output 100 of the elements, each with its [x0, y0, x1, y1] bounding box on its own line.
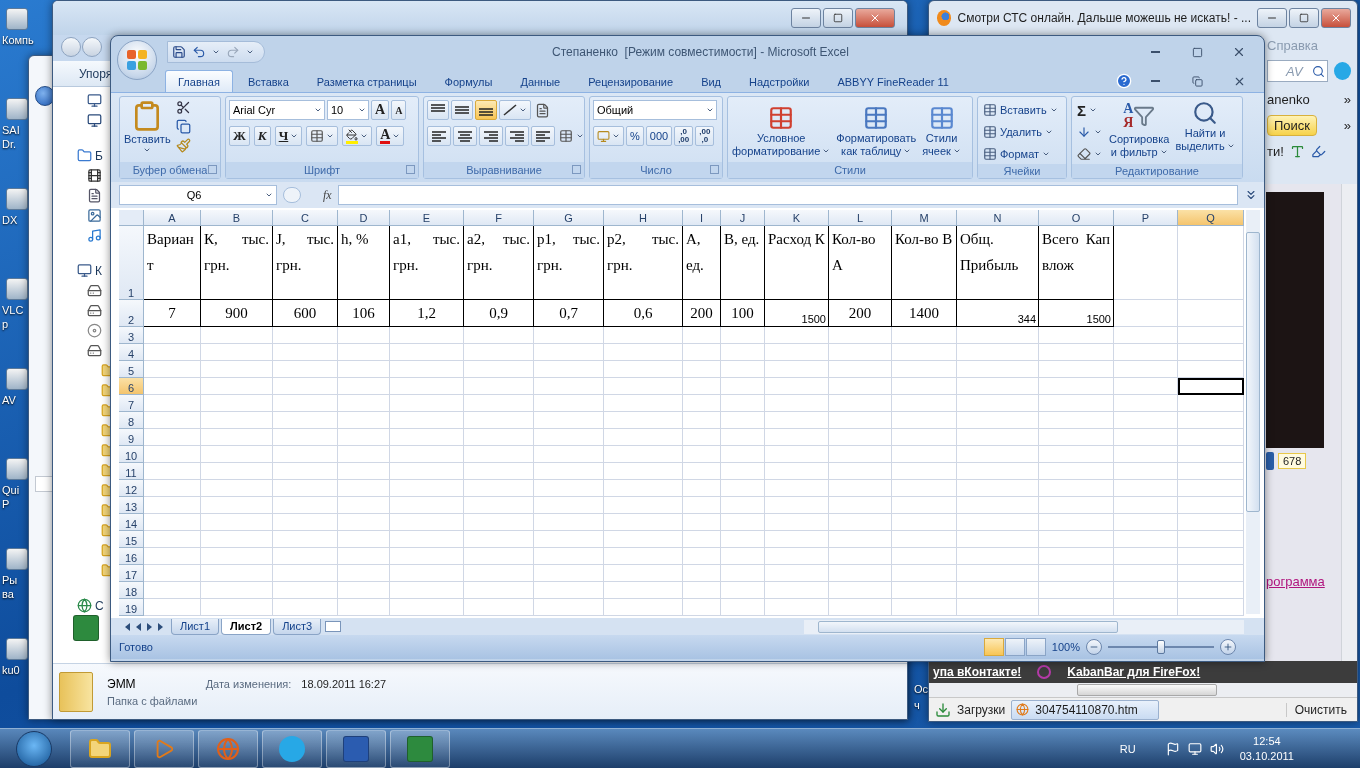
- sort-filter-button[interactable]: A Я Сортировка и фильтр: [1108, 100, 1171, 164]
- column-header[interactable]: O: [1039, 210, 1114, 226]
- bookmark-item[interactable]: anenko: [1267, 91, 1310, 107]
- font-size-field[interactable]: 10: [327, 100, 369, 120]
- row-header[interactable]: 19: [119, 599, 144, 616]
- nav-item[interactable]: Б: [95, 148, 103, 163]
- style-button[interactable]: Условное форматирование: [731, 105, 832, 157]
- row-header[interactable]: 2: [119, 300, 144, 327]
- row-header[interactable]: 6: [119, 378, 144, 395]
- italic-button[interactable]: К: [253, 126, 271, 146]
- clock[interactable]: 12:54 03.10.2011: [1239, 733, 1354, 764]
- column-header[interactable]: P: [1114, 210, 1178, 226]
- group-label: Стили: [834, 164, 866, 176]
- desktop-icon-label[interactable]: VLC p: [2, 303, 28, 331]
- autosum-button[interactable]: Σ: [1075, 100, 1104, 120]
- row-header[interactable]: 13: [119, 497, 144, 514]
- row-header[interactable]: 12: [119, 480, 144, 497]
- link[interactable]: рограмма: [1266, 574, 1341, 589]
- column-header[interactable]: N: [957, 210, 1039, 226]
- sheet-tab[interactable]: Лист3: [273, 618, 322, 635]
- font-color-button[interactable]: A: [376, 126, 405, 146]
- number-format-field[interactable]: Общий: [593, 100, 717, 120]
- desktop-icon-label[interactable]: ku0: [2, 663, 20, 677]
- style-button[interactable]: Форматировать как таблицу: [835, 105, 918, 157]
- underline-button[interactable]: Ч: [274, 126, 303, 146]
- column-header[interactable]: E: [390, 210, 464, 226]
- column-header[interactable]: F: [464, 210, 534, 226]
- desktop-icon-label[interactable]: DX: [2, 213, 18, 227]
- row-header[interactable]: 17: [119, 565, 144, 582]
- row-header[interactable]: 16: [119, 548, 144, 565]
- paste-button[interactable]: Вставить: [123, 100, 172, 162]
- row-header[interactable]: 5: [119, 361, 144, 378]
- cells-button[interactable]: Вставить: [981, 100, 1060, 120]
- column-header[interactable]: H: [604, 210, 683, 226]
- nav-item[interactable]: С: [95, 598, 104, 613]
- row-header[interactable]: 14: [119, 514, 144, 531]
- row-header[interactable]: 10: [119, 446, 144, 463]
- ribbon-tab[interactable]: Вид: [688, 70, 735, 92]
- download-item[interactable]: 304754110870.htm: [1011, 699, 1159, 720]
- insert-function-button[interactable]: fx: [323, 187, 332, 203]
- ribbon-tab[interactable]: Надстройки: [736, 70, 823, 92]
- column-header[interactable]: Q: [1178, 210, 1244, 226]
- column-header[interactable]: G: [534, 210, 604, 226]
- font-name-field[interactable]: Arial Cyr: [229, 100, 325, 120]
- row-header[interactable]: 3: [119, 327, 144, 344]
- desktop-icon-label[interactable]: Qui P: [2, 483, 28, 511]
- row-header[interactable]: 7: [119, 395, 144, 412]
- search-button[interactable]: Поиск: [1267, 114, 1318, 136]
- more-button[interactable]: »: [1343, 91, 1351, 107]
- desktop-icon-label[interactable]: Компь: [2, 33, 34, 47]
- more-button[interactable]: »: [1343, 117, 1351, 133]
- ribbon-tab[interactable]: Формулы: [431, 70, 506, 92]
- grow-font-button[interactable]: A: [371, 100, 390, 120]
- column-header[interactable]: A: [144, 210, 201, 226]
- ribbon-tab[interactable]: Рецензирование: [575, 70, 687, 92]
- thousands-button[interactable]: 000: [645, 126, 673, 146]
- clear-button[interactable]: Очистить: [1285, 702, 1351, 717]
- decrease-decimal-button[interactable]: ,00 ,0: [695, 126, 715, 146]
- cells-button[interactable]: Удалить: [981, 122, 1060, 142]
- column-header[interactable]: B: [201, 210, 273, 226]
- table-cell: J, тыс. грн.: [273, 226, 338, 300]
- row-header[interactable]: 1: [119, 226, 144, 300]
- desktop-icon-label[interactable]: AV: [2, 393, 16, 407]
- column-header[interactable]: K: [765, 210, 829, 226]
- bold-button[interactable]: Ж: [229, 126, 250, 146]
- row-header[interactable]: 9: [119, 429, 144, 446]
- sheet-tab[interactable]: Лист1: [171, 618, 220, 635]
- row-header[interactable]: 15: [119, 531, 144, 548]
- column-header[interactable]: L: [829, 210, 892, 226]
- ribbon-tab[interactable]: Вставка: [234, 70, 302, 92]
- sheet-tab[interactable]: Лист2: [221, 618, 272, 635]
- desktop-icon-label[interactable]: Ры ва: [2, 573, 28, 601]
- table-cell: 200: [829, 300, 892, 327]
- language-indicator[interactable]: RU: [1119, 742, 1136, 755]
- name-box[interactable]: Q6: [119, 185, 277, 205]
- cells-button[interactable]: Формат: [981, 144, 1060, 164]
- column-header[interactable]: M: [892, 210, 957, 226]
- column-header[interactable]: J: [721, 210, 765, 226]
- increase-decimal-button[interactable]: ,0 ,00: [674, 126, 694, 146]
- ribbon-tab[interactable]: Разметка страницы: [303, 70, 430, 92]
- row-header[interactable]: 18: [119, 582, 144, 599]
- ribbon-tab[interactable]: Главная: [165, 70, 233, 92]
- ribbon-tab[interactable]: Данные: [507, 70, 574, 92]
- ribbon-tab[interactable]: ABBYY FineReader 11: [824, 70, 962, 92]
- link[interactable]: упа вКонтакте!: [933, 665, 1022, 679]
- row-header[interactable]: 11: [119, 463, 144, 480]
- shrink-font-button[interactable]: A: [391, 100, 407, 120]
- row-header[interactable]: 4: [119, 344, 144, 361]
- column-header[interactable]: D: [338, 210, 390, 226]
- link[interactable]: KabanBar для FireFox!: [1067, 665, 1201, 679]
- desktop-icon-label[interactable]: Ос ч: [914, 681, 928, 713]
- desktop-icon-label[interactable]: SAI Dr.: [2, 123, 28, 151]
- column-header[interactable]: I: [683, 210, 721, 226]
- style-button[interactable]: Стили ячеек: [921, 105, 962, 157]
- row-header[interactable]: 8: [119, 412, 144, 429]
- nav-item[interactable]: К: [95, 263, 102, 278]
- table-cell: Вариант: [144, 226, 201, 300]
- column-header[interactable]: C: [273, 210, 338, 226]
- find-select-button[interactable]: Найти и выделить: [1174, 100, 1236, 164]
- percent-button[interactable]: %: [626, 126, 644, 146]
